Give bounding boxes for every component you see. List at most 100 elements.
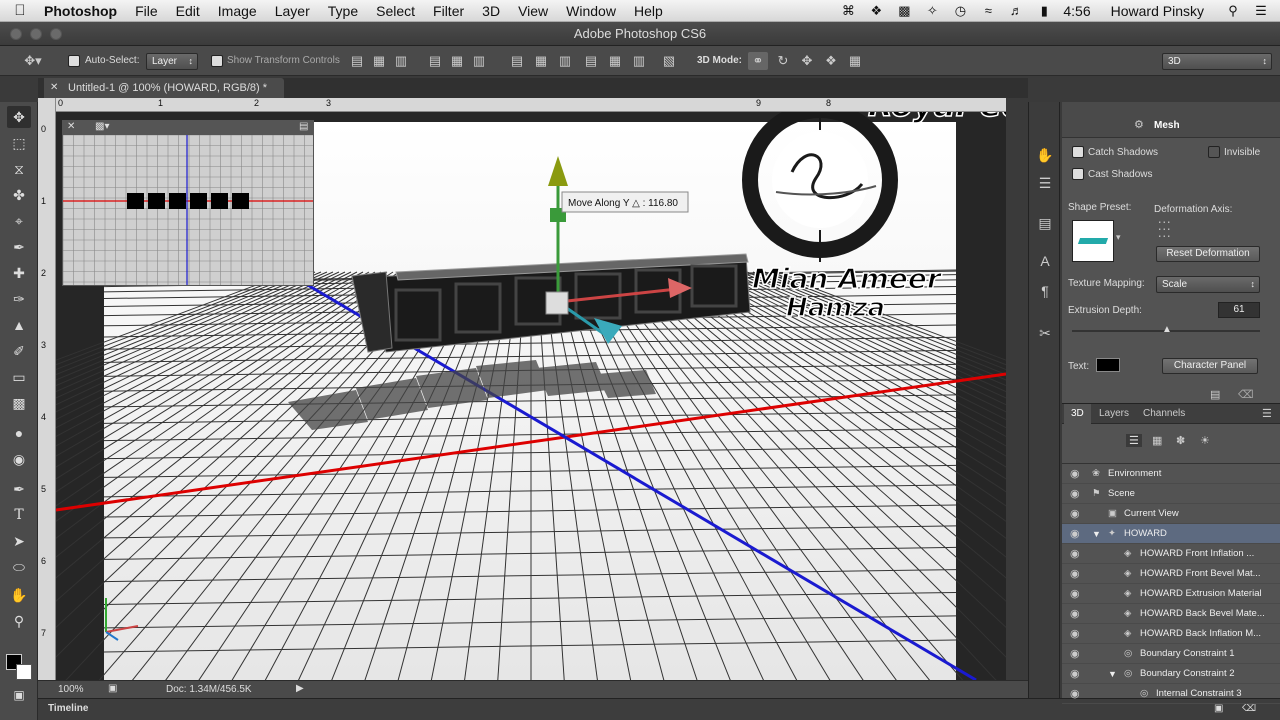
text-color-swatch[interactable] [1096, 358, 1120, 372]
layer-row-boundary-constraint-2[interactable]: ◉ ▼ ◎ Boundary Constraint 2 [1062, 664, 1280, 684]
show-transform-controls-checkbox[interactable] [211, 55, 223, 67]
status-bar-icon[interactable]: ▣ [108, 683, 117, 694]
visibility-eye-icon[interactable]: ◉ [1070, 604, 1080, 623]
gizmo-center-cube[interactable] [545, 291, 569, 315]
zoom-tool-icon[interactable]: ⚲ [7, 610, 31, 632]
eraser-tool-icon[interactable]: ▭ [7, 366, 31, 388]
layer-row-front-inflation[interactable]: ◉ ◈ HOWARD Front Inflation ... [1062, 544, 1280, 564]
menu-view[interactable]: View [509, 0, 557, 22]
visibility-eye-icon[interactable]: ◉ [1070, 684, 1080, 703]
align-left-icon[interactable]: ▤ [426, 52, 444, 70]
visibility-eye-icon[interactable]: ◉ [1070, 624, 1080, 643]
layer-row-internal-constraint-3[interactable]: ◉ ◎ Internal Constraint 3 [1062, 684, 1280, 704]
tab-layers[interactable]: Layers [1092, 404, 1136, 424]
hand-tool-icon[interactable]: ✋ [7, 584, 31, 606]
history-brush-tool-icon[interactable]: ✐ [7, 340, 31, 362]
visibility-eye-icon[interactable]: ◉ [1070, 664, 1080, 683]
align-horizontal-center-icon[interactable]: ▦ [448, 52, 466, 70]
quick-mask-icon[interactable]: ▣ [7, 684, 31, 706]
visibility-eye-icon[interactable]: ◉ [1070, 464, 1080, 483]
timeline-delete-icon[interactable]: ⌫ [1242, 703, 1256, 714]
secondary-view-close-icon[interactable]: ✕ [67, 121, 75, 132]
clock[interactable]: 4:56 [1063, 3, 1090, 19]
roll-3d-icon[interactable]: ↻ [774, 52, 792, 70]
zoom-level[interactable]: 100% [58, 684, 84, 695]
distribute-horizontal-icon[interactable]: ▦ [606, 52, 624, 70]
shape-preset-swatch[interactable] [1072, 220, 1114, 262]
menu-window[interactable]: Window [557, 0, 625, 22]
secondary-view-menu-icon[interactable]: ▩▾ [95, 121, 109, 132]
menu-select[interactable]: Select [367, 0, 424, 22]
lights-filter-icon[interactable]: ☀ [1200, 434, 1210, 447]
history-panel-icon[interactable]: ▤ [1034, 212, 1056, 234]
layer-row-howard-mesh[interactable]: ◉ ▼ ✦ HOWARD [1062, 524, 1280, 544]
scale-3d-icon[interactable]: ▦ [846, 52, 864, 70]
time-machine-icon[interactable]: ◷ [951, 3, 969, 19]
shape-preset-dropdown-icon[interactable]: ▾ [1116, 232, 1121, 243]
slide-3d-icon[interactable]: ❖ [822, 52, 840, 70]
properties-panel-icon[interactable]: ✋ [1034, 144, 1056, 166]
network-icon[interactable]: ✧ [923, 3, 941, 19]
move-tool-icon[interactable]: ✥ [7, 106, 31, 128]
layer-row-boundary-constraint-1[interactable]: ◉ ◎ Boundary Constraint 1 [1062, 644, 1280, 664]
auto-align-icon[interactable]: ▧ [660, 52, 678, 70]
tab-3d[interactable]: 3D [1064, 404, 1091, 424]
layer-row-back-inflation[interactable]: ◉ ◈ HOWARD Back Inflation M... [1062, 624, 1280, 644]
drag-3d-icon[interactable]: ✥ [798, 52, 816, 70]
menu-edit[interactable]: Edit [167, 0, 209, 22]
type-tool-icon[interactable]: T [7, 504, 31, 526]
expand-triangle-icon[interactable]: ▼ [1108, 664, 1117, 683]
layer-row-front-bevel[interactable]: ◉ ◈ HOWARD Front Bevel Mat... [1062, 564, 1280, 584]
user-name[interactable]: Howard Pinsky [1111, 3, 1204, 19]
layer-row-back-bevel[interactable]: ◉ ◈ HOWARD Back Bevel Mate... [1062, 604, 1280, 624]
align-right-icon[interactable]: ▥ [470, 52, 488, 70]
document-canvas-area[interactable]: Move Along Y △ : 116.80 Royal-edu.blogsp… [56, 112, 1006, 680]
auto-select-dropdown[interactable]: Layer [146, 53, 198, 70]
extrusion-depth-slider-thumb[interactable]: ▲ [1162, 324, 1172, 335]
visibility-eye-icon[interactable]: ◉ [1070, 584, 1080, 603]
workspace-dropdown[interactable]: 3D [1162, 53, 1272, 70]
layer-row-current-view[interactable]: ◉ ▣ Current View [1062, 504, 1280, 524]
spotlight-search-icon[interactable]: ⚲ [1224, 3, 1242, 19]
catch-shadows-checkbox[interactable] [1072, 146, 1084, 158]
layer-row-environment[interactable]: ◉ ❀ Environment [1062, 464, 1280, 484]
dropbox-icon[interactable]: ❖ [867, 3, 885, 19]
healing-brush-tool-icon[interactable]: ✚ [7, 262, 31, 284]
character-panel-icon[interactable]: A [1034, 250, 1056, 272]
close-document-icon[interactable]: ✕ [50, 78, 58, 98]
volume-icon[interactable]: ♬ [1007, 3, 1025, 18]
quick-selection-tool-icon[interactable]: ✤ [7, 184, 31, 206]
panel-menu-icon[interactable]: ☰ [1262, 407, 1272, 420]
orbit-3d-icon[interactable]: ⚭ [748, 52, 768, 70]
sync-status-icon[interactable]: ⌘ [839, 3, 857, 19]
visibility-eye-icon[interactable]: ◉ [1070, 564, 1080, 583]
properties-delete-icon[interactable]: ⌫ [1238, 388, 1254, 401]
apple-icon[interactable]:  [0, 2, 40, 19]
distribute-right-icon[interactable]: ▥ [630, 52, 648, 70]
distribute-bottom-icon[interactable]: ▥ [556, 52, 574, 70]
character-panel-button[interactable]: Character Panel [1162, 358, 1258, 374]
document-tab[interactable]: ✕ Untitled-1 @ 100% (HOWARD, RGB/8) * [44, 78, 284, 98]
lasso-tool-icon[interactable]: ⧖ [7, 158, 31, 180]
menu-image[interactable]: Image [209, 0, 266, 22]
notification-center-icon[interactable]: ☰ [1252, 3, 1270, 19]
wifi-icon[interactable]: ≈ [979, 3, 997, 18]
secondary-view-window[interactable]: ✕ ▩▾ ▤ [62, 120, 314, 286]
timeline-new-icon[interactable]: ▣ [1214, 703, 1223, 714]
timeline-tab[interactable]: Timeline [48, 703, 88, 714]
align-top-icon[interactable]: ▤ [348, 52, 366, 70]
menu-type[interactable]: Type [319, 0, 367, 22]
clone-stamp-tool-icon[interactable]: ▲ [7, 314, 31, 336]
menu-filter[interactable]: Filter [424, 0, 473, 22]
marquee-tool-icon[interactable]: ⬚ [7, 132, 31, 154]
cast-shadows-checkbox[interactable] [1072, 168, 1084, 180]
battery-icon[interactable]: ▮ [1035, 3, 1053, 19]
path-selection-tool-icon[interactable]: ➤ [7, 530, 31, 552]
distribute-top-icon[interactable]: ▤ [508, 52, 526, 70]
whole-scene-filter-icon[interactable]: ☰ [1126, 434, 1142, 447]
menu-app-photoshop[interactable]: Photoshop [40, 0, 126, 22]
pen-tool-icon[interactable]: ✒ [7, 478, 31, 500]
deformation-axis-grid-icon[interactable]: ⋅⋅⋅ ⋅⋅⋅ ⋅⋅⋅ [1158, 218, 1172, 243]
menu-help[interactable]: Help [625, 0, 672, 22]
reset-deformation-button[interactable]: Reset Deformation [1156, 246, 1260, 262]
